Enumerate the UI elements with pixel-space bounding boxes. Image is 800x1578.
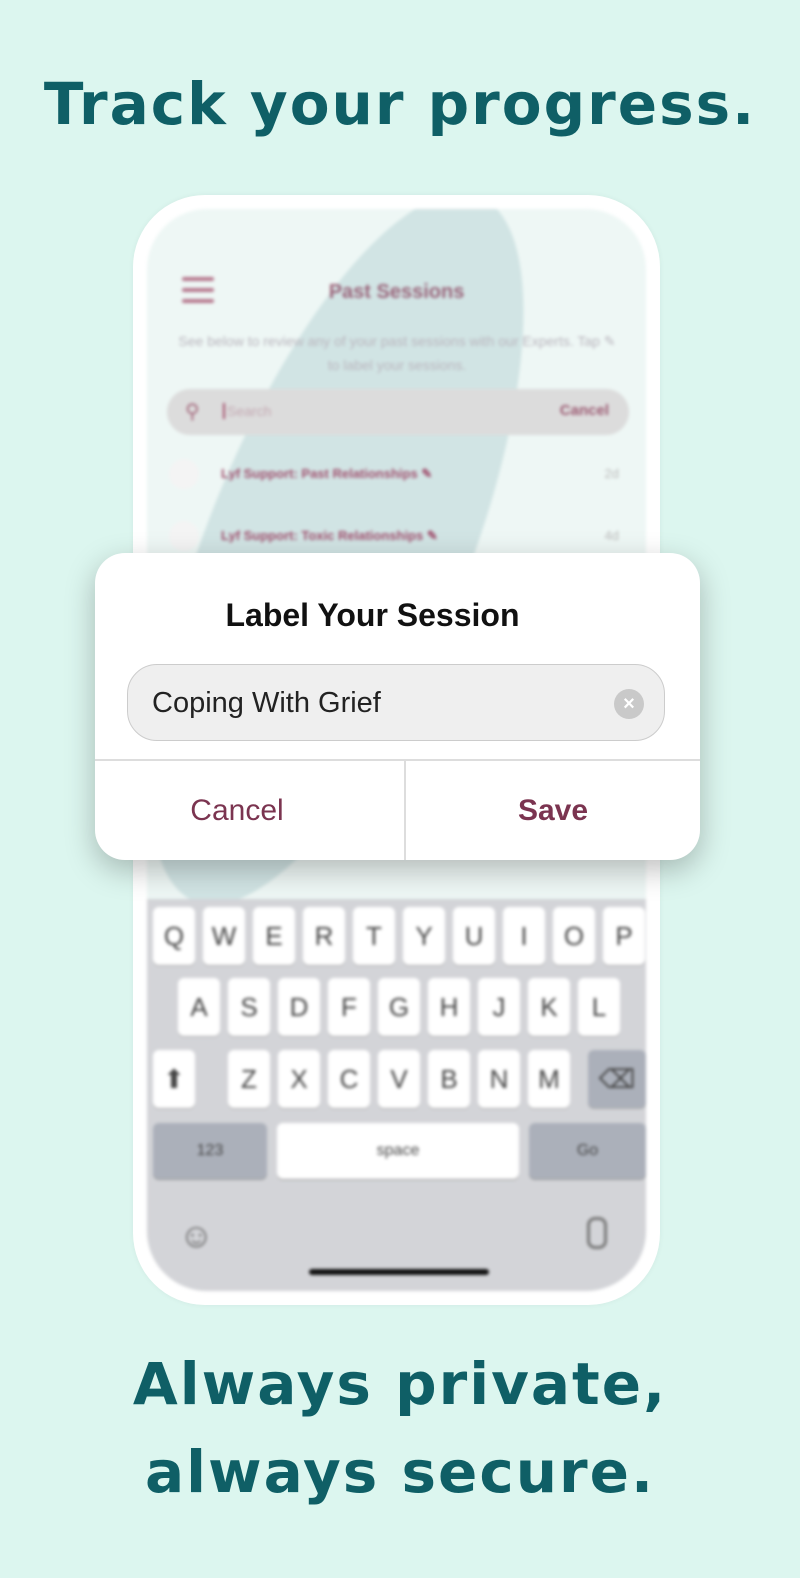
key-t[interactable]: T: [353, 907, 395, 965]
session-time: 2d: [604, 466, 619, 481]
key-j[interactable]: J: [478, 978, 520, 1036]
key-e[interactable]: E: [253, 907, 295, 965]
key-n[interactable]: N: [478, 1050, 520, 1108]
key-h[interactable]: H: [428, 978, 470, 1036]
key-s[interactable]: S: [228, 978, 270, 1036]
page-description: See below to review any of your past ses…: [178, 333, 616, 373]
key-q[interactable]: Q: [153, 907, 195, 965]
session-label: Lyf Support: Past Relationships ✎: [221, 466, 433, 481]
key-m[interactable]: M: [528, 1050, 570, 1108]
session-label-field[interactable]: ×: [127, 664, 665, 742]
microphone-icon[interactable]: [587, 1217, 607, 1249]
numbers-key[interactable]: 123: [153, 1123, 267, 1179]
cancel-button[interactable]: Cancel: [95, 761, 379, 860]
headline-bottom-line2: always secure.: [145, 1438, 655, 1506]
dialog-title: Label Your Session: [225, 597, 520, 633]
search-bar[interactable]: ⚲ Search Cancel: [167, 389, 629, 435]
key-p[interactable]: P: [603, 907, 645, 965]
key-w[interactable]: W: [203, 907, 245, 965]
home-indicator: [309, 1269, 489, 1275]
keyboard: 123 space Go ☺ Q W E R T Y U I O P A S D F G H J K L ⬆ Z X C V B…: [147, 899, 646, 1291]
search-input[interactable]: Search: [223, 403, 271, 419]
session-label: Lyf Support: Toxic Relationships ✎: [221, 528, 438, 543]
go-key[interactable]: Go: [529, 1123, 646, 1179]
key-f[interactable]: F: [328, 978, 370, 1036]
emoji-icon[interactable]: ☺: [179, 1217, 214, 1256]
chat-bubble-icon: [169, 521, 199, 551]
key-k[interactable]: K: [528, 978, 570, 1036]
session-item[interactable]: Lyf Support: Toxic Relationships ✎ 4d: [169, 521, 619, 551]
key-a[interactable]: A: [178, 978, 220, 1036]
key-v[interactable]: V: [378, 1050, 420, 1108]
session-label-input[interactable]: [150, 665, 604, 742]
session-time: 4d: [604, 528, 619, 543]
key-r[interactable]: R: [303, 907, 345, 965]
label-session-dialog: Label Your Session × Cancel Save: [95, 553, 700, 860]
key-d[interactable]: D: [278, 978, 320, 1036]
headline-top: Track your progress.: [43, 70, 757, 138]
session-item[interactable]: Lyf Support: Past Relationships ✎ 2d: [169, 459, 619, 489]
search-icon: ⚲: [185, 401, 200, 423]
key-l[interactable]: L: [578, 978, 620, 1036]
shift-key[interactable]: ⬆: [153, 1050, 195, 1108]
clear-icon[interactable]: ×: [614, 689, 644, 719]
key-x[interactable]: X: [278, 1050, 320, 1108]
key-u[interactable]: U: [453, 907, 495, 965]
save-button[interactable]: Save: [406, 761, 700, 860]
key-y[interactable]: Y: [403, 907, 445, 965]
backspace-key[interactable]: ⌫: [588, 1050, 646, 1108]
key-i[interactable]: I: [503, 907, 545, 965]
space-key[interactable]: space: [277, 1123, 519, 1179]
key-g[interactable]: G: [378, 978, 420, 1036]
page-title: Past Sessions: [328, 281, 465, 303]
key-c[interactable]: C: [328, 1050, 370, 1108]
search-cancel-button[interactable]: Cancel: [560, 402, 609, 419]
key-z[interactable]: Z: [228, 1050, 270, 1108]
key-b[interactable]: B: [428, 1050, 470, 1108]
headline-bottom: Always private, always secure.: [0, 1340, 800, 1516]
chat-bubble-icon: [169, 459, 199, 489]
key-o[interactable]: O: [553, 907, 595, 965]
headline-bottom-line1: Always private,: [132, 1350, 668, 1418]
